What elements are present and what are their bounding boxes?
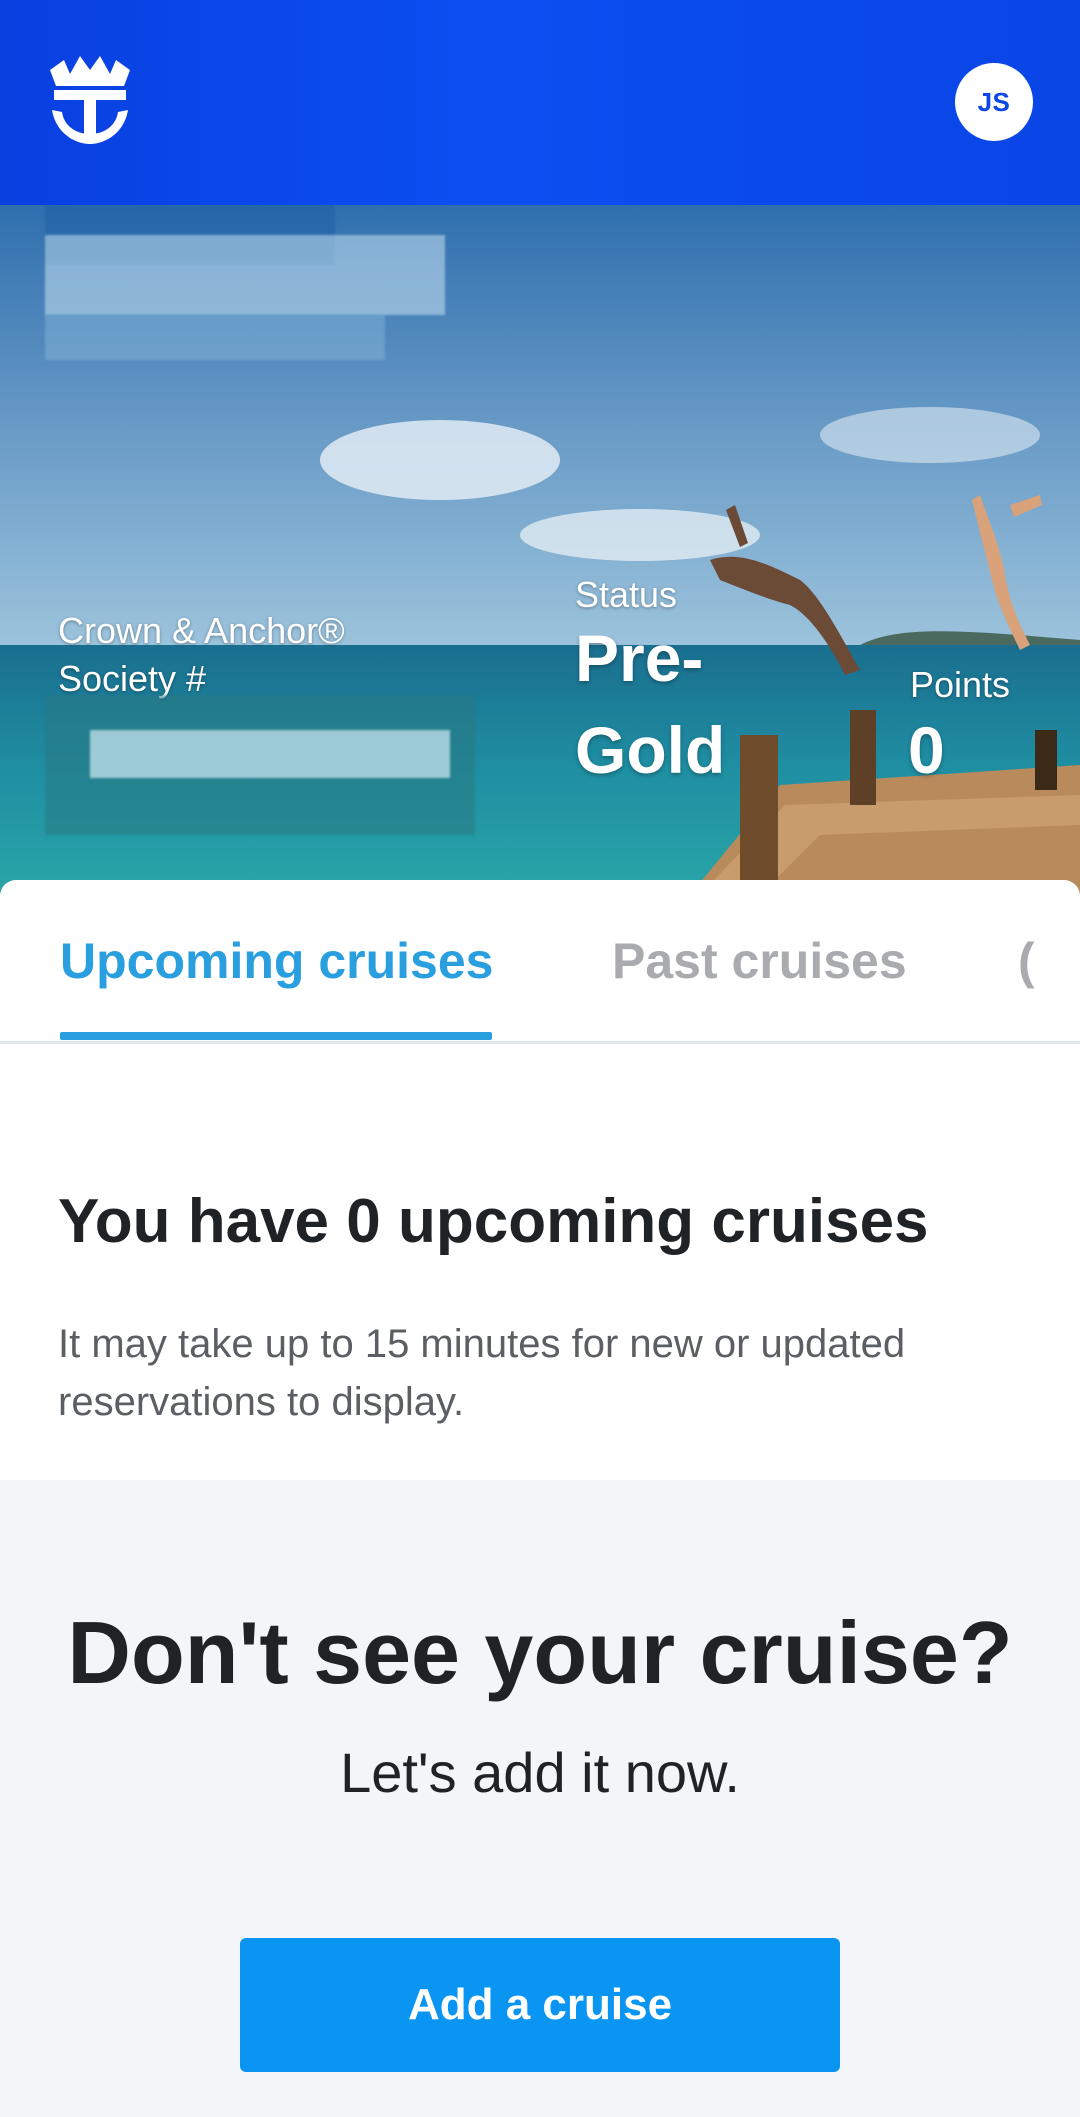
app-header: JS [0, 0, 1080, 205]
upcoming-cruises-description: It may take up to 15 minutes for new or … [58, 1322, 906, 1424]
program-label: Crown & Anchor® [58, 610, 345, 651]
redacted-area [45, 315, 385, 360]
status-label: Status [575, 574, 678, 615]
tab-more-cut-off[interactable]: ( [1018, 932, 1035, 990]
add-cruise-button[interactable]: Add a cruise [240, 1938, 840, 2072]
status-value-line2: Gold [575, 713, 726, 787]
add-cruise-section: Don't see your cruise? Let's add it now.… [0, 1480, 1080, 2117]
add-cruise-title: Don't see your cruise? [67, 1603, 1013, 1702]
points-label: Points [910, 664, 1011, 705]
points-value: 0 [908, 713, 945, 787]
cruise-tabs: Upcoming cruises Past cruises ( [0, 880, 1080, 1044]
tab-upcoming-cruises[interactable]: Upcoming cruises [60, 932, 493, 990]
avatar[interactable]: JS [955, 63, 1033, 141]
tab-past-cruises[interactable]: Past cruises [612, 932, 907, 990]
redacted-name [45, 235, 445, 315]
status-value-line1: Pre- [575, 621, 704, 695]
add-cruise-subtitle: Let's add it now. [340, 1741, 740, 1804]
active-tab-indicator [60, 1032, 492, 1040]
hero-banner: Crown & Anchor® Society # Status Pre- Go… [0, 205, 1080, 895]
upcoming-cruises-title: You have 0 upcoming cruises [58, 1187, 929, 1256]
redacted-member-number [90, 730, 450, 778]
cruises-card: Upcoming cruises Past cruises ( You have… [0, 880, 1080, 1480]
crown-anchor-logo-icon[interactable] [46, 52, 134, 148]
